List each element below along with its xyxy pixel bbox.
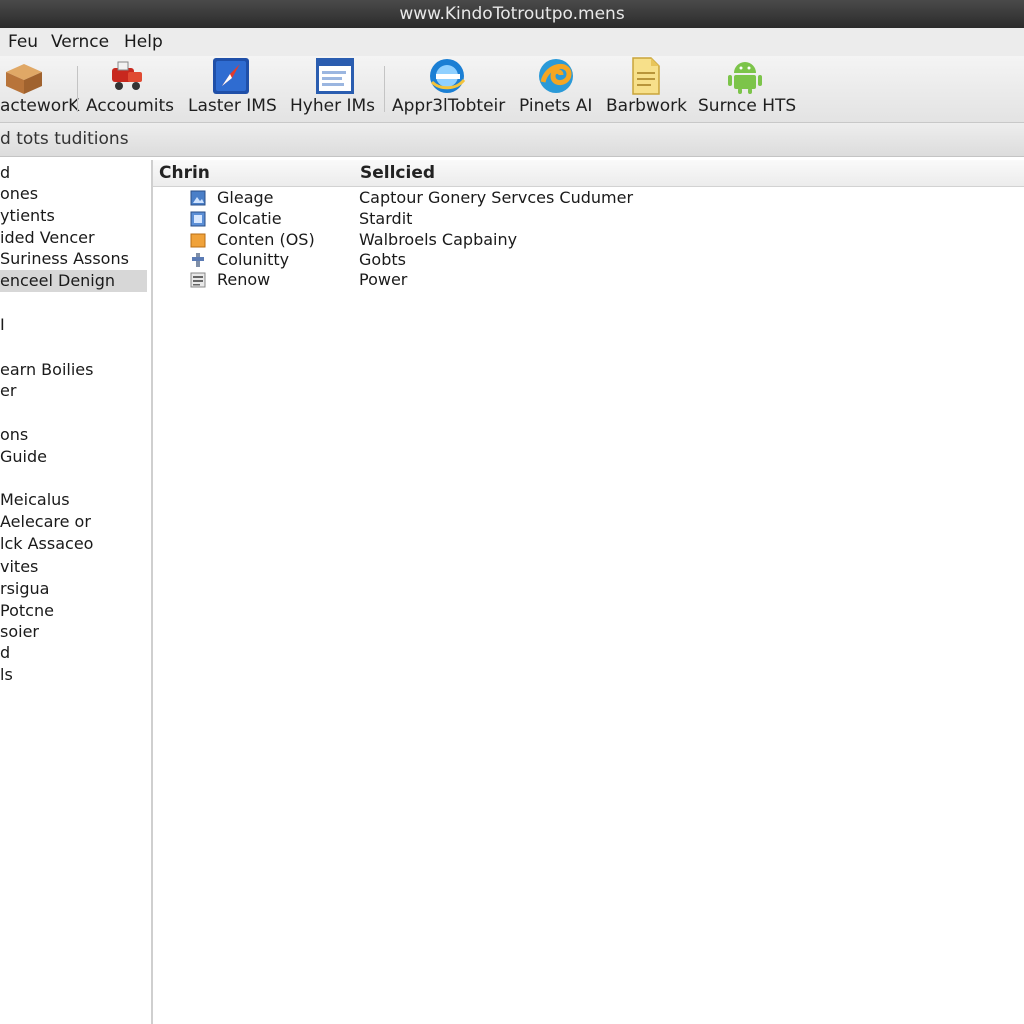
table-row[interactable]: Colunitty Gobts bbox=[153, 250, 1024, 270]
toolbar-button-label: Hyher IMs bbox=[290, 96, 376, 116]
toolbar-button-surnce-hts[interactable]: Surnce HTS bbox=[698, 56, 798, 122]
column-header-sellcied[interactable]: Sellcied bbox=[352, 160, 799, 187]
sidebar-item[interactable]: Guide bbox=[0, 446, 47, 468]
toolbar-button-label: Appr3lTobteir bbox=[392, 96, 506, 116]
toolbar-button-acteworks[interactable]: acteworK bbox=[0, 56, 80, 122]
swirl-icon bbox=[539, 59, 573, 93]
table-row[interactable]: Renow Power bbox=[153, 270, 1024, 290]
toolbar-button-barbwork[interactable]: Barbwork bbox=[604, 56, 690, 122]
toolbar-button-label: acteworK bbox=[0, 96, 80, 116]
menu-item-feu[interactable]: Feu bbox=[8, 32, 38, 52]
row-name: Conten (OS) bbox=[217, 230, 315, 249]
menu-item-vernce[interactable]: Vernce bbox=[51, 32, 109, 52]
row-selected-value: Captour Gonery Servces Cudumer bbox=[359, 188, 634, 207]
compass-icon bbox=[213, 58, 249, 94]
toolbar-button-laster-ims[interactable]: Laster IMS bbox=[186, 56, 282, 122]
truck-icon bbox=[112, 61, 142, 90]
row-name: Renow bbox=[217, 270, 271, 289]
window-title: www.KindoTotroutpo.mens bbox=[399, 4, 625, 24]
sidebar-item[interactable]: I bbox=[0, 314, 5, 336]
row-selected-value: Power bbox=[359, 270, 408, 289]
toolbar-button-appr3ltobteir[interactable]: Appr3lTobteir bbox=[392, 56, 510, 122]
toolbar-button-label: Accoumits bbox=[86, 96, 175, 116]
row-selected-value: Walbroels Capbainy bbox=[359, 230, 518, 249]
toolbar-button-pinets-ai[interactable]: Pinets AI bbox=[517, 56, 597, 122]
sidebar-item[interactable]: er bbox=[0, 380, 16, 402]
sidebar-item[interactable]: ons bbox=[0, 424, 28, 446]
column-header-empty[interactable] bbox=[798, 160, 1024, 187]
sidebar-item[interactable]: d bbox=[0, 162, 10, 184]
sidebar-item[interactable]: ones bbox=[0, 183, 38, 205]
menu-item-help[interactable]: Help bbox=[124, 32, 163, 52]
file-list: Chrin Sellcied Gleage Captour Gonery Ser… bbox=[153, 160, 1024, 1024]
sidebar-item-selected[interactable]: enceel Denign bbox=[0, 270, 147, 292]
sidebar-item[interactable]: lck Assaceo bbox=[0, 533, 93, 555]
menu-bar: Feu Vernce Help bbox=[0, 28, 1024, 56]
sidebar-item[interactable]: ls bbox=[0, 664, 13, 686]
list-icon bbox=[190, 272, 206, 288]
sidebar-item[interactable]: rsigua bbox=[0, 578, 49, 600]
sidebar-item[interactable]: soier bbox=[0, 621, 39, 643]
sidebar-item[interactable]: vites bbox=[0, 556, 38, 578]
image-icon bbox=[190, 190, 206, 206]
window-title-bar: www.KindoTotroutpo.mens bbox=[0, 0, 1024, 28]
sidebar-item[interactable]: ytients bbox=[0, 205, 55, 227]
image-icon bbox=[190, 211, 206, 227]
row-name: Colunitty bbox=[217, 250, 290, 269]
globe-icon bbox=[430, 59, 466, 93]
window-icon bbox=[316, 58, 354, 94]
row-name: Colcatie bbox=[217, 209, 282, 228]
toolbar-button-label: Surnce HTS bbox=[698, 96, 797, 116]
toolbar-button-accoumits[interactable]: Accoumits bbox=[86, 56, 178, 122]
sidebar-item[interactable]: Meicalus bbox=[0, 489, 70, 511]
document-icon bbox=[632, 57, 660, 95]
toolbar-button-label: Pinets AI bbox=[519, 96, 593, 116]
folder-icon bbox=[190, 233, 206, 248]
sidebar-item[interactable]: Potcne bbox=[0, 600, 54, 622]
column-header-chrin[interactable]: Chrin bbox=[153, 160, 358, 187]
toolbar-separator bbox=[77, 66, 78, 112]
toolbar-button-hyher-ims[interactable]: Hyher IMs bbox=[290, 56, 382, 122]
row-selected-value: Stardit bbox=[359, 209, 413, 228]
toolbar-button-label: Barbwork bbox=[606, 96, 687, 116]
tool-icon bbox=[192, 253, 204, 267]
sidebar-item[interactable]: earn Boilies bbox=[0, 359, 93, 381]
toolbar-separator bbox=[384, 66, 385, 112]
toolbar-button-label: Laster IMS bbox=[188, 96, 277, 116]
box-icon bbox=[6, 64, 42, 94]
table-row[interactable]: Colcatie Stardit bbox=[153, 209, 1024, 229]
path-bar[interactable]: d tots tuditions bbox=[0, 123, 1024, 157]
sidebar-item[interactable]: d bbox=[0, 642, 10, 664]
sidebar-item[interactable]: ided Vencer bbox=[0, 227, 95, 249]
sidebar: d ones ytients ided Vencer Suriness Asso… bbox=[0, 160, 153, 1024]
sidebar-item[interactable]: Suriness Assons bbox=[0, 248, 129, 270]
android-icon bbox=[728, 62, 762, 94]
row-selected-value: Gobts bbox=[359, 250, 406, 269]
table-row[interactable]: Gleage Captour Gonery Servces Cudumer bbox=[153, 188, 1024, 208]
path-text: d tots tuditions bbox=[0, 129, 129, 149]
toolbar: acteworK Accoumits Laster IMS Hyher IMs … bbox=[0, 56, 1024, 123]
table-row[interactable]: Conten (OS) Walbroels Capbainy bbox=[153, 230, 1024, 250]
row-name: Gleage bbox=[217, 188, 274, 207]
sidebar-item[interactable]: Aelecare or bbox=[0, 511, 91, 533]
